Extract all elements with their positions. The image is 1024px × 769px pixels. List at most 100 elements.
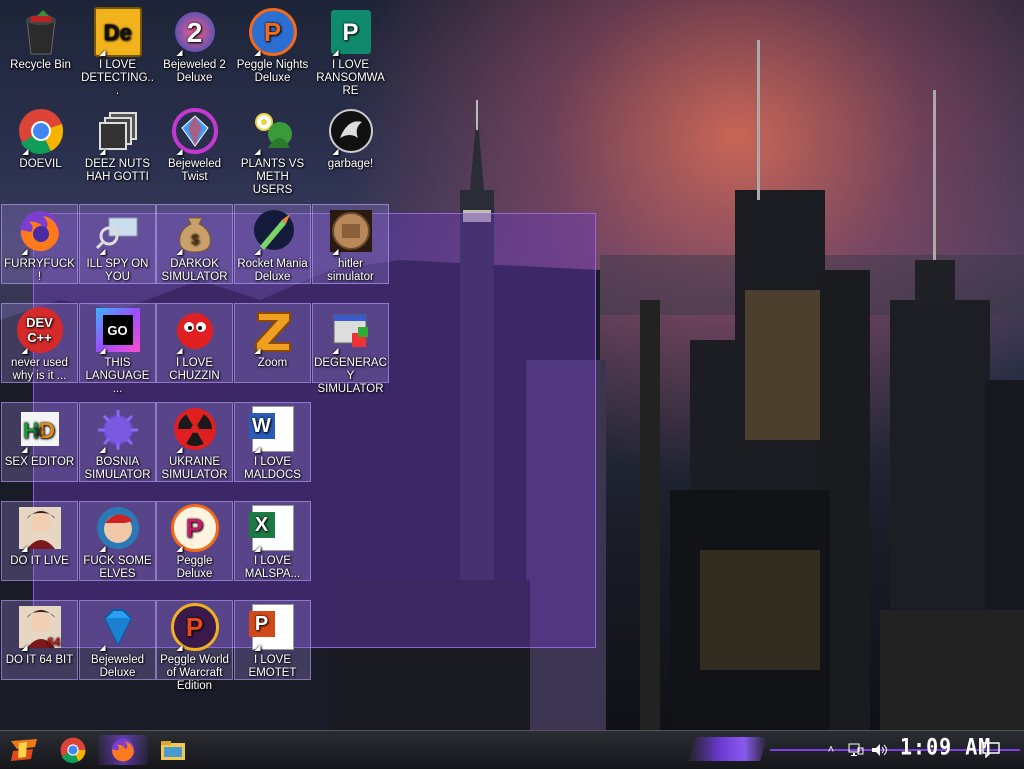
- taskbar-firefox[interactable]: [98, 735, 148, 765]
- folder-icon: [161, 741, 185, 760]
- portrait-64-icon: 64 ◢: [16, 603, 64, 652]
- desktop-icon-rocket-mania[interactable]: ◢ Rocket Mania Deluxe: [234, 204, 311, 284]
- desktop-icon-peggle-wow[interactable]: P ◢ Peggle World of Warcraft Edition: [156, 600, 233, 692]
- desktop-icon-ukraine[interactable]: ◢ UKRAINE SIMULATOR: [156, 402, 233, 482]
- shortcut-arrow-icon: ◢: [21, 544, 28, 553]
- desktop-icon-do-it-live[interactable]: ◢ DO IT LIVE: [1, 501, 78, 581]
- speaker-icon: [872, 744, 887, 756]
- shortcut-arrow-icon: ◢: [21, 247, 28, 256]
- desktop-icon-peggle[interactable]: P ◢ Peggle Deluxe: [156, 501, 233, 581]
- shortcut-arrow-icon: ◢: [332, 48, 339, 57]
- rocket-icon: ◢: [249, 207, 297, 256]
- desktop-icon-chuzzle[interactable]: ◢ I LOVE CHUZZIN: [156, 303, 233, 383]
- firefox-icon: [111, 738, 135, 762]
- desktop-icon-ill-spy[interactable]: ◢ ILL SPY ON YOU: [79, 204, 156, 284]
- shortcut-arrow-icon: ◢: [176, 48, 183, 57]
- peggle-nights-icon: P ◢: [248, 8, 297, 57]
- taskbar-file-explorer[interactable]: [156, 735, 190, 765]
- desktop-icon-firefox[interactable]: ◢ FURRYFUCK!: [1, 204, 78, 284]
- svg-text:64: 64: [47, 635, 61, 649]
- plant-flower-icon: ◢: [249, 107, 297, 156]
- desktop-icon-hxd[interactable]: HDx ◢ SEX EDITOR: [1, 402, 78, 482]
- shortcut-arrow-icon: ◢: [254, 147, 261, 156]
- shortcut-arrow-icon: ◢: [254, 247, 261, 256]
- shortcut-arrow-icon: ◢: [176, 445, 183, 454]
- shortcut-arrow-icon: ◢: [332, 247, 339, 256]
- desktop-icon-do-it-64[interactable]: 64 ◢ DO IT 64 BIT: [1, 600, 78, 680]
- desktop-icon-emotet[interactable]: P ◢ I LOVE EMOTET: [234, 600, 311, 680]
- desktop-icon-peggle-nights[interactable]: P ◢ Peggle Nights Deluxe: [234, 6, 311, 86]
- excel-document-icon: X ◢: [248, 504, 297, 553]
- chrome-icon: ◢: [17, 107, 65, 156]
- peggle-icon: P ◢: [170, 504, 219, 553]
- shortcut-arrow-icon: ◢: [176, 147, 183, 156]
- shortcut-arrow-icon: ◢: [332, 147, 339, 156]
- detect-it-easy-icon: De ◢: [93, 7, 142, 57]
- shortcut-arrow-icon: ◢: [99, 48, 106, 57]
- chuzzle-icon: ◢: [171, 306, 219, 355]
- shortcut-arrow-icon: ◢: [254, 544, 261, 553]
- desktop-icon-degeneracy[interactable]: ◢ DEGENERACY SIMULATOR: [312, 303, 389, 395]
- shortcut-arrow-icon: ◢: [332, 346, 339, 355]
- coin-emblem-icon: ◢: [327, 207, 375, 256]
- portrait-icon: ◢: [16, 504, 64, 553]
- recycle-bin-icon: [17, 8, 65, 56]
- shortcut-arrow-icon: ◢: [254, 48, 261, 57]
- start-logo-icon: [11, 739, 37, 761]
- shortcut-arrow-icon: ◢: [21, 643, 28, 652]
- radiation-icon: ◢: [171, 405, 219, 454]
- shortcut-arrow-icon: ◢: [21, 445, 28, 454]
- desktop-icon-detect-it-easy[interactable]: De ◢ I LOVE DETECTING...: [79, 6, 156, 97]
- network-icon: [848, 743, 864, 756]
- desktop-icon-elves[interactable]: ◢ FUCK SOME ELVES: [79, 501, 156, 581]
- spy-magnifier-icon: ◢: [94, 207, 142, 256]
- desktop-icon-ransomware[interactable]: P ◢ I LOVE RANSOMWARE: [312, 6, 389, 97]
- desktop-icon-zoom[interactable]: ◢ Zoom: [234, 303, 311, 383]
- goland-icon: GO ◢: [94, 306, 142, 355]
- desktop-icon-plants-vs[interactable]: ◢ PLANTS VS METH USERS: [234, 105, 311, 196]
- garbage-dragon-icon: ◢: [327, 107, 375, 156]
- shortcut-arrow-icon: ◢: [99, 247, 106, 256]
- publisher-icon: P ◢: [327, 8, 375, 57]
- desktop-icon-malspam[interactable]: X ◢ I LOVE MALSPA...: [234, 501, 311, 581]
- word-document-icon: W ◢: [248, 405, 297, 454]
- shortcut-arrow-icon: ◢: [254, 445, 261, 454]
- powerpoint-document-icon: P ◢: [248, 603, 297, 652]
- zuma-z-icon: ◢: [249, 306, 297, 355]
- firefox-icon: ◢: [16, 207, 64, 256]
- desktop-icon-bosnia[interactable]: ◢ BOSNIA SIMULATOR: [79, 402, 156, 482]
- shortcut-arrow-icon: ◢: [22, 147, 29, 156]
- shortcut-arrow-icon: ◢: [99, 445, 106, 454]
- desktop-icon-deez-nuts[interactable]: ◢ DEEZ NUTS HAH GOTTI: [79, 105, 156, 185]
- taskbar-accent-decoration: [688, 737, 768, 761]
- desktop-icon-recycle-bin[interactable]: Recycle Bin: [2, 6, 79, 86]
- money-bag-icon: $ ◢: [171, 207, 219, 256]
- desktop-icon-chrome[interactable]: ◢ DOEVIL: [2, 105, 79, 185]
- desktop-icon-hitler-sim[interactable]: ◢ hitler simulator: [312, 204, 389, 284]
- taskbar-chrome[interactable]: [56, 735, 90, 765]
- desktop-icon-devcpp[interactable]: DEV C++ ◢ never used why is it ...: [1, 303, 78, 383]
- taskbar-clock[interactable]: 1:09 AM: [900, 734, 991, 760]
- volume-button[interactable]: [870, 735, 890, 765]
- svg-text:x: x: [34, 423, 42, 440]
- desktop-icon-bejeweled[interactable]: ◢ Bejeweled Deluxe: [79, 600, 156, 680]
- shortcut-arrow-icon: ◢: [21, 346, 28, 355]
- desktop-icon-darkok[interactable]: $ ◢ DARKOK SIMULATOR: [156, 204, 233, 284]
- app-window-icon: ◢: [327, 306, 375, 355]
- show-hidden-icons-button[interactable]: ˄: [824, 735, 838, 765]
- peggle-wow-icon: P ◢: [170, 603, 219, 652]
- desktop-icon-bejeweled-twist[interactable]: ◢ Bejeweled Twist: [156, 105, 233, 185]
- shortcut-arrow-icon: ◢: [254, 643, 261, 652]
- desktop-icon-goland[interactable]: GO ◢ THIS LANGUAGE ...: [79, 303, 156, 395]
- shortcut-arrow-icon: ◢: [99, 147, 106, 156]
- shortcut-arrow-icon: ◢: [176, 643, 183, 652]
- desktop-icon-maldocs[interactable]: W ◢ I LOVE MALDOCS: [234, 402, 311, 482]
- shortcut-arrow-icon: ◢: [99, 643, 106, 652]
- desktop-icon-garbage[interactable]: ◢ garbage!: [312, 105, 389, 185]
- bejeweled-twist-icon: ◢: [171, 107, 219, 156]
- shortcut-arrow-icon: ◢: [176, 544, 183, 553]
- desktop-icon-bejeweled-2[interactable]: 2 ◢ Bejeweled 2 Deluxe: [156, 6, 233, 86]
- start-button[interactable]: [6, 735, 42, 765]
- network-button[interactable]: [846, 735, 866, 765]
- taskbar: ˄: [0, 730, 1024, 769]
